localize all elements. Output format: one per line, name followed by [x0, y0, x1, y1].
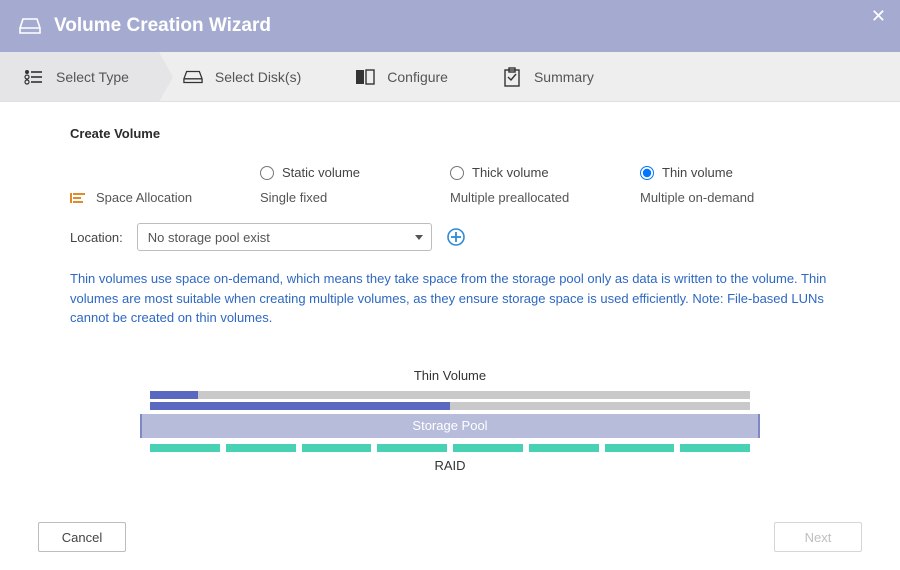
- step-label: Configure: [387, 69, 448, 85]
- desc-thin: Multiple on-demand: [640, 190, 830, 205]
- close-icon[interactable]: ✕: [871, 6, 886, 27]
- raid-label: RAID: [140, 458, 760, 473]
- configure-icon: [355, 67, 375, 87]
- location-row: Location: No storage pool exist: [70, 223, 830, 251]
- raid-segment: [302, 444, 372, 452]
- allocation-icon: [70, 191, 86, 205]
- step-label: Select Disk(s): [215, 69, 301, 85]
- radio-input-thin[interactable]: [640, 166, 654, 180]
- titlebar: Volume Creation Wizard ✕: [0, 0, 900, 52]
- raid-segment: [453, 444, 523, 452]
- radio-label: Thick volume: [472, 165, 549, 180]
- drive-icon: [18, 16, 42, 36]
- diagram-title: Thin Volume: [140, 368, 760, 383]
- thin-bar-2: [150, 402, 750, 410]
- radio-label: Thin volume: [662, 165, 733, 180]
- titlebar-title: Volume Creation Wizard: [54, 15, 271, 37]
- raid-segment: [529, 444, 599, 452]
- radio-input-thick[interactable]: [450, 166, 464, 180]
- space-allocation-label: Space Allocation: [70, 190, 260, 205]
- radio-thin-volume[interactable]: Thin volume: [640, 165, 830, 180]
- space-allocation-text: Space Allocation: [96, 190, 192, 205]
- summary-icon: [502, 67, 522, 87]
- footer: Cancel Next: [0, 522, 900, 552]
- raid-segment: [680, 444, 750, 452]
- location-label: Location:: [70, 230, 123, 245]
- raid-segment: [605, 444, 675, 452]
- content-area: Create Volume Static volume Thick volume…: [0, 102, 900, 473]
- step-configure[interactable]: Configure: [331, 52, 478, 101]
- step-bar: Select Type Select Disk(s) Configure: [0, 52, 900, 102]
- volume-type-grid: Static volume Thick volume Thin volume S…: [70, 165, 830, 205]
- help-text: Thin volumes use space on-demand, which …: [70, 269, 830, 328]
- list-icon: [24, 67, 44, 87]
- next-button: Next: [774, 522, 862, 552]
- location-select[interactable]: No storage pool exist: [137, 223, 432, 251]
- step-select-type[interactable]: Select Type: [0, 52, 159, 101]
- volume-diagram: Thin Volume Storage Pool RAID: [140, 368, 760, 473]
- add-storage-pool-button[interactable]: [446, 227, 466, 247]
- raid-segments: [150, 444, 750, 452]
- thin-volume-bars: [150, 391, 750, 410]
- step-select-disks[interactable]: Select Disk(s): [159, 52, 331, 101]
- cancel-button[interactable]: Cancel: [38, 522, 126, 552]
- desc-static: Single fixed: [260, 190, 450, 205]
- location-selected-value: No storage pool exist: [148, 230, 270, 245]
- radio-label: Static volume: [282, 165, 360, 180]
- raid-segment: [150, 444, 220, 452]
- radio-static-volume[interactable]: Static volume: [260, 165, 450, 180]
- chevron-down-icon: [415, 235, 423, 240]
- desc-thick: Multiple preallocated: [450, 190, 640, 205]
- storage-pool-bar: Storage Pool: [140, 414, 760, 438]
- step-summary[interactable]: Summary: [478, 52, 624, 101]
- thin-bar-1: [150, 391, 750, 399]
- step-label: Summary: [534, 69, 594, 85]
- radio-thick-volume[interactable]: Thick volume: [450, 165, 640, 180]
- raid-segment: [226, 444, 296, 452]
- disk-icon: [183, 67, 203, 87]
- raid-segment: [377, 444, 447, 452]
- step-label: Select Type: [56, 69, 129, 85]
- radio-input-static[interactable]: [260, 166, 274, 180]
- section-heading: Create Volume: [70, 126, 830, 141]
